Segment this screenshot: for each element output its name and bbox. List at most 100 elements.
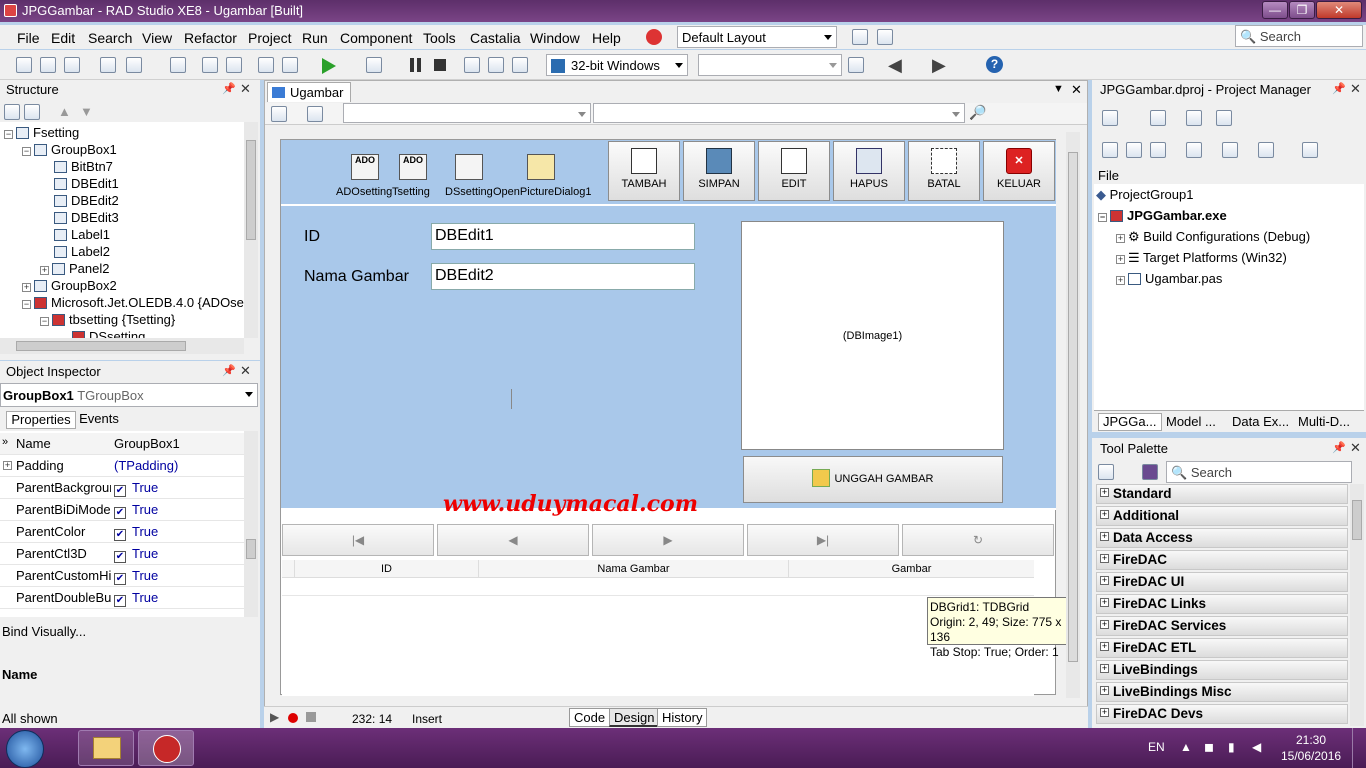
forward-icon[interactable]: ▶ [932,56,946,74]
step-over-icon[interactable] [488,57,504,73]
build-icon[interactable] [1222,142,1238,158]
save-icon[interactable] [170,57,186,73]
tree-node[interactable]: + GroupBox2 [22,277,117,294]
property-row[interactable]: ParentCtl3D ✔ True [0,543,244,565]
stop-macro-icon[interactable] [306,712,316,722]
adotable-icon[interactable]: ADO [399,154,427,180]
help-icon[interactable]: ? [986,56,1003,73]
keluar-button[interactable]: ✕ KELUAR [983,141,1055,201]
remove-file-icon[interactable] [282,57,298,73]
tray-app-icon[interactable]: ◼ [1204,740,1214,754]
trace-into-icon[interactable] [464,57,480,73]
tab-multi-device[interactable]: Multi-D... [1298,414,1350,429]
groupbox1[interactable]: ID Nama Gambar DBEdit1 DBEdit2 (DBImage1… [281,204,1056,510]
property-row[interactable]: » Name GroupBox1 [0,433,244,455]
tree-node[interactable]: DBEdit1 [54,175,119,192]
open-picture-dialog-icon[interactable] [527,154,555,180]
menu-tools[interactable]: Tools [423,30,456,46]
play-macro-icon[interactable]: ▶ [270,710,279,724]
view-icon[interactable] [1216,110,1232,126]
move-up-icon[interactable]: ▲ [58,104,71,119]
pin-icon[interactable]: 📌 [1332,441,1346,454]
close-icon[interactable]: ✕ [240,363,251,379]
tree-node[interactable]: + ☰ Target Platforms (Win32) [1116,249,1287,266]
platform-combo[interactable]: 32-bit Windows [546,54,688,76]
tab-data-explorer[interactable]: Data Ex... [1232,414,1289,429]
palette-category-firedac-devs[interactable]: + FireDAC Devs [1096,704,1348,724]
palette-category-firedac-links[interactable]: + FireDAC Links [1096,594,1348,614]
ide-search-input[interactable]: 🔍 Search [1235,25,1363,47]
simpan-button[interactable]: SIMPAN [683,141,755,201]
record-macro-icon[interactable] [288,713,298,723]
palette-category-data-access[interactable]: + Data Access [1096,528,1348,548]
new-items-icon[interactable] [100,57,116,73]
run-to-cursor-icon[interactable] [512,57,528,73]
menu-window[interactable]: Window [530,30,580,46]
grid-column-header[interactable]: Nama Gambar [478,560,788,578]
tree-node[interactable]: Label2 [54,243,110,260]
tree-node[interactable]: + Ugambar.pas [1116,270,1222,287]
delete-icon[interactable] [24,104,40,120]
taskbar-rad-studio[interactable] [138,730,194,766]
move-down-icon[interactable]: ▼ [80,104,93,119]
palette-category-firedac-services[interactable]: + FireDAC Services [1096,616,1348,636]
property-row[interactable]: ParentDoubleBu ✔ True [0,587,244,609]
checkbox[interactable]: ✔ [114,595,126,607]
nav-next-button[interactable]: ▶ [592,524,744,556]
tree-node[interactable]: BitBtn7 [54,158,113,175]
tree-node[interactable]: Label1 [54,226,110,243]
tray-expand-icon[interactable]: ▲ [1180,740,1192,754]
pause-icon[interactable] [410,58,414,72]
checkbox[interactable]: ✔ [114,573,126,585]
palette-scrollbar[interactable] [1350,484,1364,726]
hapus-button[interactable]: HAPUS [833,141,905,201]
nav-refresh-button[interactable]: ↻ [902,524,1054,556]
tab-properties[interactable]: Properties [6,411,76,429]
close-icon[interactable]: ✕ [240,81,251,97]
close-tab-icon[interactable]: ✕ [1071,82,1082,98]
open-icon[interactable] [40,57,56,73]
checkbox[interactable]: ✔ [114,507,126,519]
component-selector[interactable]: GroupBox1 TGroupBox [0,383,258,407]
property-row[interactable]: + Padding (TPadding) [0,455,244,477]
palette-category-firedac[interactable]: + FireDAC [1096,550,1348,570]
palette-category-livebindings-misc[interactable]: + LiveBindings Misc [1096,682,1348,702]
tree-node[interactable]: + Panel2 [40,260,109,277]
pointer-icon[interactable] [1142,464,1158,480]
bind-visually-link[interactable]: Bind Visually... [2,624,86,639]
tab-code[interactable]: Code [569,708,611,727]
nav-last-button[interactable]: ▶| [747,524,899,556]
new-icon[interactable] [16,57,32,73]
network-icon[interactable]: ▮ [1228,740,1235,754]
menu-file[interactable]: File [17,30,40,46]
menu-view[interactable]: View [142,30,172,46]
checkbox[interactable]: ✔ [114,551,126,563]
checkbox[interactable]: ✔ [114,529,126,541]
start-button[interactable] [6,730,44,768]
tab-design[interactable]: Design [609,708,660,727]
grid-column-header[interactable]: ID [294,560,478,578]
pin-icon[interactable]: 📌 [222,82,236,95]
menu-help[interactable]: Help [592,30,621,46]
help-globe-icon[interactable] [646,29,662,45]
refresh-icon[interactable] [848,57,864,73]
dbedit2-field[interactable]: DBEdit2 [431,263,695,290]
tambah-button[interactable]: TAMBAH [608,141,680,201]
run-without-debug-icon[interactable] [366,57,382,73]
palette-category-additional[interactable]: + Additional [1096,506,1348,526]
stop-icon[interactable] [434,59,446,71]
batal-button[interactable]: BATAL [908,141,980,201]
tree-node[interactable]: − tbsetting {Tsetting} [40,311,175,328]
tree-node[interactable]: − Fsetting [4,124,79,141]
tab-ugambar[interactable]: Ugambar [267,82,351,102]
save-all-icon[interactable] [202,57,218,73]
palette-category-standard[interactable]: + Standard [1096,484,1348,504]
palette-category-firedac-etl[interactable]: + FireDAC ETL [1096,638,1348,658]
tree-node[interactable]: − Microsoft.Jet.OLEDB.4.0 {ADOse [22,294,244,311]
datasource-icon[interactable] [455,154,483,180]
open-project-icon[interactable] [64,57,80,73]
table-row[interactable] [282,578,1034,596]
unggah-gambar-button[interactable]: UNGGAH GAMBAR [743,456,1003,503]
save-desktop-icon[interactable] [852,29,868,45]
minimize-button[interactable]: — [1262,1,1288,19]
